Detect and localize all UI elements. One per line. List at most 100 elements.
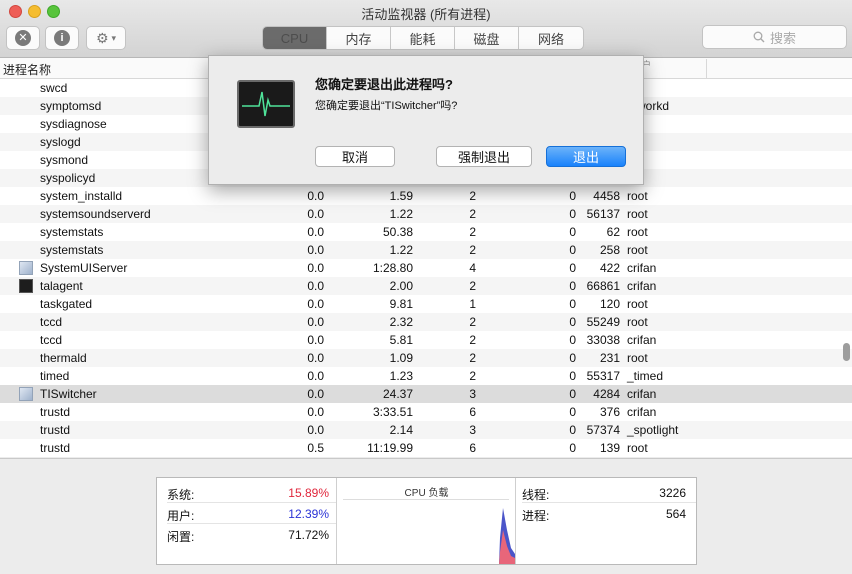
idle-wakeups-cell: 0: [569, 441, 576, 455]
tab-network[interactable]: 网络: [519, 27, 583, 49]
pid-cell: 258: [599, 243, 620, 257]
process-name-cell: trustd: [40, 405, 71, 419]
table-row[interactable]: tccd 0.0 2.32 2 0 55249 root: [0, 313, 852, 331]
cpu-time-cell: 2.32: [389, 315, 413, 329]
user-cell: crifan: [627, 333, 657, 347]
table-row[interactable]: talagent 0.0 2.00 2 0 66861 crifan: [0, 277, 852, 295]
cpu-time-cell: 9.81: [389, 297, 413, 311]
tab-disk[interactable]: 磁盘: [455, 27, 519, 49]
column-separator: [706, 59, 707, 78]
cpu-time-cell: 1.23: [389, 369, 413, 383]
user-cell: root: [627, 243, 648, 257]
column-header-name[interactable]: 进程名称: [3, 61, 51, 78]
process-name-cell: taskgated: [40, 297, 93, 311]
table-row[interactable]: taskgated 0.0 9.81 1 0 120 root: [0, 295, 852, 313]
table-row[interactable]: TISwitcher 0.0 24.37 3 0 4284 crifan: [0, 385, 852, 403]
stats-area: 系统: 15.89% 用户: 12.39% 闲置: 71.72% CPU 负载 线程:…: [0, 458, 852, 574]
search-field[interactable]: 搜索: [702, 25, 847, 49]
idle-wakeups-cell: 0: [569, 315, 576, 329]
cancel-button[interactable]: 取消: [315, 146, 395, 167]
cpu-time-cell: 2.14: [389, 423, 413, 437]
process-name-cell: systemstats: [40, 243, 104, 257]
cpu-percent-cell: 0.0: [307, 189, 324, 203]
table-row[interactable]: systemstats 0.0 1.22 2 0 258 root: [0, 241, 852, 259]
cpu-time-cell: 3:33.51: [372, 405, 413, 419]
pid-cell: 231: [599, 351, 620, 365]
processes-label: 进程:: [522, 509, 550, 523]
cpu-time-cell: 11:19.99: [367, 441, 413, 455]
search-icon: [753, 31, 765, 43]
threads-cell: 2: [469, 225, 476, 239]
inspect-process-button[interactable]: i: [45, 26, 79, 50]
pid-cell: 120: [599, 297, 620, 311]
process-name-cell: SystemUIServer: [40, 261, 128, 275]
table-row[interactable]: system_installd 0.0 1.59 2 0 4458 root: [0, 187, 852, 205]
table-row[interactable]: trustd 0.5 11:19.99 6 0 139 root: [0, 439, 852, 457]
tab-energy[interactable]: 能耗: [391, 27, 455, 49]
cpu-time-cell: 50.38: [382, 225, 413, 239]
cpu-load-chart: [499, 508, 515, 564]
tab-memory[interactable]: 内存: [327, 27, 391, 49]
table-row[interactable]: trustd 0.0 2.14 3 0 57374 _spotlight: [0, 421, 852, 439]
force-quit-button[interactable]: 强制退出: [436, 146, 532, 167]
threads-value: 3226: [659, 486, 686, 500]
user-cell: crifan: [627, 279, 657, 293]
window-title: 活动监视器 (所有进程): [361, 7, 491, 22]
threads-label: 线程:: [522, 488, 550, 502]
quit-button[interactable]: 退出: [546, 146, 626, 167]
idle-wakeups-cell: 0: [569, 279, 576, 293]
pid-cell: 376: [599, 405, 620, 419]
search-placeholder: 搜索: [769, 30, 796, 46]
idle-wakeups-cell: 0: [569, 207, 576, 221]
idle-value: 71.72%: [288, 528, 329, 542]
threads-cell: 6: [469, 441, 476, 455]
table-row[interactable]: systemstats 0.0 50.38 2 0 62 root: [0, 223, 852, 241]
table-row[interactable]: systemsoundserverd 0.0 1.22 2 0 56137 root: [0, 205, 852, 223]
idle-wakeups-cell: 0: [569, 387, 576, 401]
processes-value: 564: [665, 507, 686, 521]
user-cell: root: [627, 441, 648, 455]
table-row[interactable]: thermald 0.0 1.09 2 0 231 root: [0, 349, 852, 367]
idle-label: 闲置:: [167, 530, 195, 544]
activity-monitor-icon: [237, 80, 295, 128]
threads-cell: 3: [469, 387, 476, 401]
stop-process-button[interactable]: ✕: [6, 26, 40, 50]
process-name-cell: thermald: [40, 351, 87, 365]
table-row[interactable]: SystemUIServer 0.0 1:28.80 4 0 422 crifan: [0, 259, 852, 277]
threads-cell: 2: [469, 189, 476, 203]
idle-wakeups-cell: 0: [569, 225, 576, 239]
pid-cell: 33038: [586, 333, 620, 347]
cpu-load-graph: CPU 负载: [337, 478, 516, 564]
threads-cell: 3: [469, 423, 476, 437]
app-icon: [19, 261, 33, 275]
pid-cell: 56137: [586, 207, 620, 221]
idle-wakeups-cell: 0: [569, 369, 576, 383]
pid-cell: 57374: [586, 423, 620, 437]
user-cell: crifan: [627, 405, 657, 419]
cpu-percent-cell: 0.0: [307, 423, 324, 437]
table-row[interactable]: tccd 0.0 5.81 2 0 33038 crifan: [0, 331, 852, 349]
title-bar: 活动监视器 (所有进程) ✕ i ⚙ ▾ CPU 内存 能耗 磁盘 网络 搜索: [0, 0, 852, 58]
idle-wakeups-cell: 0: [569, 261, 576, 275]
pid-cell: 66861: [586, 279, 620, 293]
process-name-cell: syspolicyd: [40, 171, 96, 185]
tab-cpu[interactable]: CPU: [263, 27, 327, 49]
user-cell: root: [627, 297, 648, 311]
threads-cell: 6: [469, 405, 476, 419]
idle-wakeups-cell: 0: [569, 423, 576, 437]
cpu-percent-cell: 0.0: [307, 387, 324, 401]
process-name-cell: system_installd: [40, 189, 123, 203]
vertical-scrollbar[interactable]: [843, 343, 850, 361]
table-row[interactable]: timed 0.0 1.23 2 0 55317 _timed: [0, 367, 852, 385]
cpu-stats-panel: 系统: 15.89% 用户: 12.39% 闲置: 71.72% CPU 负载 线程:…: [156, 477, 697, 565]
threads-cell: 2: [469, 243, 476, 257]
cpu-percent-cell: 0.0: [307, 261, 324, 275]
cpu-percent-cell: 0.0: [307, 297, 324, 311]
cpu-percent-cell: 0.0: [307, 279, 324, 293]
process-name-cell: talagent: [40, 279, 83, 293]
table-row[interactable]: trustd 0.0 3:33.51 6 0 376 crifan: [0, 403, 852, 421]
action-menu-button[interactable]: ⚙ ▾: [86, 26, 126, 50]
idle-wakeups-cell: 0: [569, 333, 576, 347]
pid-cell: 422: [599, 261, 620, 275]
threads-cell: 2: [469, 333, 476, 347]
